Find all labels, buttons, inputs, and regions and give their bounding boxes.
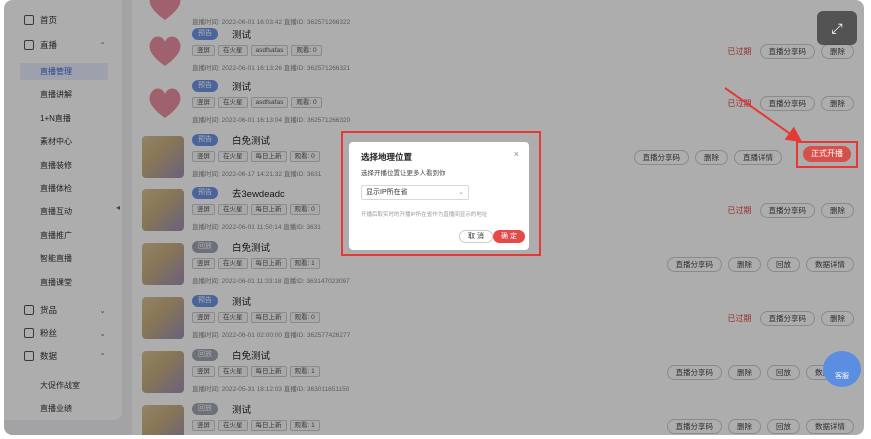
annotation-arrow <box>724 87 803 143</box>
app-frame: 首页 直播 ⌃ 货品 ⌄ 粉丝 ⌄ 数据 ⌃ 直播管理 直播讲解 1+N直播 素材中心 直播装修 直播体检直… <box>4 0 864 435</box>
customer-service-button[interactable]: 客服 <box>821 349 863 389</box>
service-bubble-icon <box>823 351 861 387</box>
dialog-highlight-box <box>341 131 541 256</box>
service-label: 客服 <box>835 373 849 380</box>
expand-icon[interactable]: ⤢ <box>817 11 857 45</box>
